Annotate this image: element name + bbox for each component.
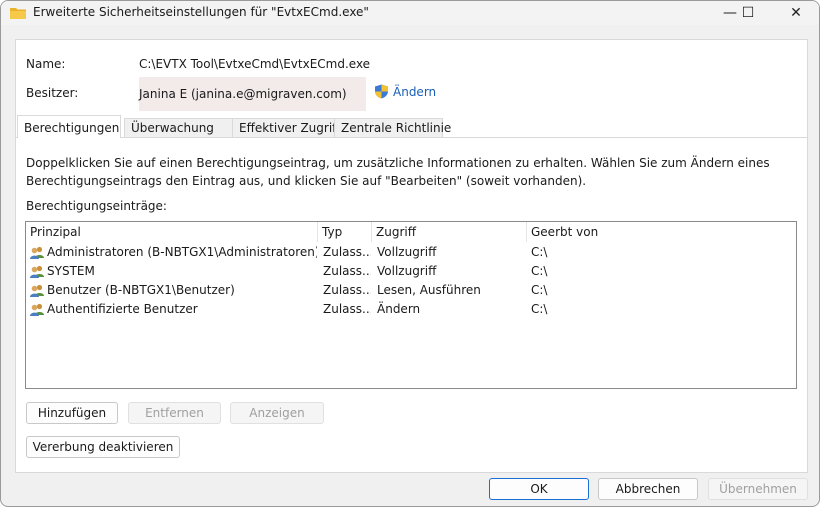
- access-cell: Lesen, Ausführen: [377, 283, 481, 297]
- close-icon: ✕: [790, 5, 802, 21]
- change-owner-link[interactable]: Ändern: [374, 84, 436, 99]
- inherited-cell: C:\: [531, 245, 548, 259]
- users-icon: [30, 303, 44, 316]
- inherited-cell: C:\: [531, 264, 548, 278]
- security-dialog: Erweiterte Sicherheitseinstellungen für …: [0, 0, 820, 507]
- add-button[interactable]: Hinzufügen: [26, 402, 118, 424]
- ok-button[interactable]: OK: [489, 478, 589, 500]
- remove-button[interactable]: Entfernen: [128, 402, 221, 424]
- description-text: Doppelklicken Sie auf einen Berechtigung…: [26, 156, 770, 188]
- type-cell: Zulass...: [323, 245, 371, 259]
- column-header-inherited[interactable]: Geerbt von: [527, 222, 796, 242]
- users-icon: [30, 284, 44, 297]
- users-icon: [30, 246, 44, 259]
- maximize-button[interactable]: ☐: [725, 1, 771, 25]
- inherited-cell: C:\: [531, 302, 548, 316]
- cancel-button[interactable]: Abbrechen: [598, 478, 698, 500]
- table-row[interactable]: Administratoren (B-NBTGX1\Administratore…: [26, 243, 796, 262]
- owner-label: Besitzer:: [26, 86, 79, 100]
- column-header-principal[interactable]: Prinzipal: [26, 222, 318, 242]
- maximize-icon: ☐: [741, 5, 755, 21]
- inherited-cell: C:\: [531, 283, 548, 297]
- folder-icon: [10, 8, 26, 19]
- tab-central-policy[interactable]: Zentrale Richtlinie: [334, 118, 451, 137]
- view-button[interactable]: Anzeigen: [230, 402, 324, 424]
- content-panel: Name: C:\EVTX Tool\EvtxeCmd\EvtxECmd.exe…: [15, 39, 808, 473]
- principal-cell: SYSTEM: [47, 264, 95, 278]
- principal-cell: Administratoren (B-NBTGX1\Administratore…: [47, 245, 317, 259]
- type-cell: Zulass...: [323, 302, 371, 316]
- apply-button[interactable]: Übernehmen: [708, 478, 808, 500]
- tab-effective-access[interactable]: Effektiver Zugriff: [232, 118, 340, 137]
- table-row[interactable]: Authentifizierte Benutzer Zulass... Ände…: [26, 300, 796, 319]
- column-header-access[interactable]: Zugriff: [372, 222, 527, 242]
- users-icon: [30, 265, 44, 278]
- disable-inheritance-button[interactable]: Vererbung deaktivieren: [26, 436, 180, 458]
- entries-label: Berechtigungseinträge:: [26, 199, 167, 213]
- column-header-type[interactable]: Typ: [318, 222, 372, 242]
- owner-value: Janina E (janina.e@migraven.com): [139, 87, 347, 101]
- title-bar: Erweiterte Sicherheitseinstellungen für …: [1, 1, 819, 25]
- principal-cell: Benutzer (B-NBTGX1\Benutzer): [47, 283, 235, 297]
- tab-permissions[interactable]: Berechtigungen: [17, 115, 121, 138]
- window-title: Erweiterte Sicherheitseinstellungen für …: [33, 5, 369, 19]
- tab-bar: Berechtigungen Überwachung Effektiver Zu…: [16, 115, 807, 138]
- access-cell: Ändern: [377, 302, 421, 316]
- name-label: Name:: [26, 57, 66, 71]
- type-cell: Zulass...: [323, 264, 371, 278]
- principal-cell: Authentifizierte Benutzer: [47, 302, 198, 316]
- access-cell: Vollzugriff: [377, 264, 437, 278]
- type-cell: Zulass...: [323, 283, 371, 297]
- tab-auditing[interactable]: Überwachung: [124, 118, 234, 137]
- close-button[interactable]: ✕: [773, 1, 819, 25]
- permission-entries-list[interactable]: Prinzipal Typ Zugriff Geerbt von Adminis…: [25, 221, 797, 389]
- access-cell: Vollzugriff: [377, 245, 437, 259]
- change-owner-label: Ändern: [393, 84, 437, 99]
- table-row[interactable]: SYSTEM Zulass... Vollzugriff C:\: [26, 262, 796, 281]
- shield-icon: [375, 84, 388, 99]
- table-row[interactable]: Benutzer (B-NBTGX1\Benutzer) Zulass... L…: [26, 281, 796, 300]
- name-value[interactable]: C:\EVTX Tool\EvtxeCmd\EvtxECmd.exe: [139, 57, 370, 71]
